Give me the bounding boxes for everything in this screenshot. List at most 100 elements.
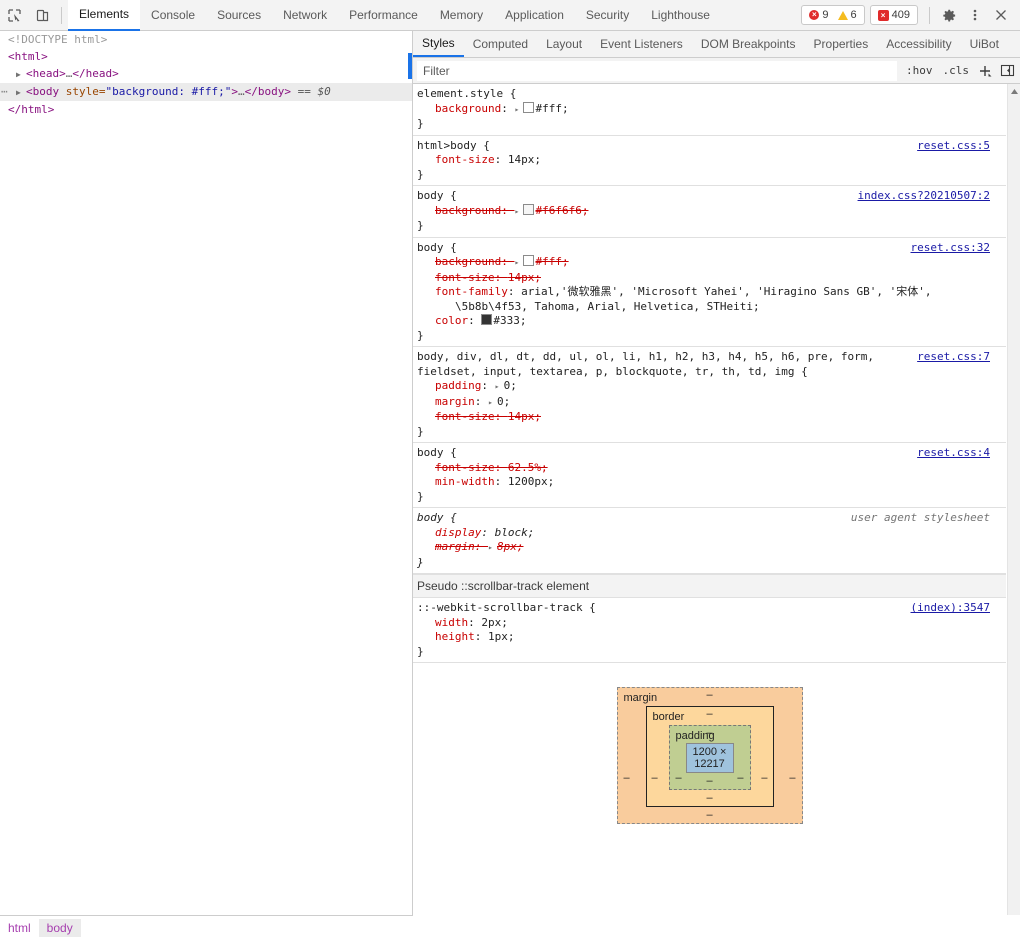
property-value[interactable]: #fff bbox=[535, 255, 562, 268]
rule-source-link[interactable]: reset.css:7 bbox=[917, 350, 990, 365]
rule-source-link[interactable]: reset.css:4 bbox=[917, 446, 990, 461]
property-value[interactable]: #333 bbox=[493, 314, 520, 327]
breadcrumb-body[interactable]: body bbox=[38, 918, 81, 937]
expand-shorthand-icon[interactable]: ▸ bbox=[495, 380, 504, 395]
scrollbar-up-arrow[interactable] bbox=[1008, 84, 1020, 98]
tab-network[interactable]: Network bbox=[272, 0, 338, 31]
declaration-padding[interactable]: padding: ▸ 0; bbox=[417, 379, 1006, 395]
body-attr-name[interactable]: style bbox=[66, 85, 99, 98]
css-rule-body-user-agent[interactable]: user agent stylesheet body { display: bl… bbox=[413, 508, 1006, 574]
tab-computed[interactable]: Computed bbox=[464, 31, 537, 57]
tab-layout[interactable]: Layout bbox=[537, 31, 591, 57]
tab-performance[interactable]: Performance bbox=[338, 0, 429, 31]
toggle-sidebar-icon[interactable] bbox=[996, 61, 1018, 81]
declaration-font-family-continuation[interactable]: \5b8b\4f53, Tahoma, Arial, Helvetica, ST… bbox=[417, 300, 1006, 315]
declaration-background-overridden[interactable]: background: ▸ #fff; bbox=[417, 255, 1006, 271]
color-swatch[interactable] bbox=[523, 101, 535, 113]
body-attr-value[interactable]: "background: #fff;" bbox=[106, 85, 232, 98]
css-rule-reset-group[interactable]: reset.css:7 body, div, dl, dt, dd, ul, o… bbox=[413, 347, 1006, 443]
declaration-font-size-overridden[interactable]: font-size: 14px; bbox=[417, 271, 1006, 286]
close-icon[interactable] bbox=[988, 2, 1014, 28]
property-name[interactable]: height bbox=[435, 630, 475, 643]
property-value[interactable]: 2px bbox=[481, 616, 501, 629]
expand-shorthand-icon[interactable]: ▸ bbox=[488, 396, 497, 411]
selector-text-line2[interactable]: fieldset, input, textarea, p, blockquote… bbox=[417, 365, 1006, 380]
border-right-value[interactable]: – bbox=[761, 773, 767, 784]
property-name[interactable]: background bbox=[435, 255, 501, 268]
inspect-element-icon[interactable] bbox=[0, 2, 28, 28]
issues-badge[interactable]: × 409 bbox=[876, 9, 912, 21]
css-rule-body-index[interactable]: index.css?20210507:2 body { background: … bbox=[413, 186, 1006, 238]
property-value[interactable]: 1px bbox=[488, 630, 508, 643]
property-name[interactable]: padding bbox=[435, 379, 481, 392]
property-name[interactable]: background bbox=[435, 204, 501, 217]
selector-text[interactable]: element.style { bbox=[417, 87, 1006, 102]
rule-source-link[interactable]: (index):3547 bbox=[911, 601, 990, 616]
gear-icon[interactable] bbox=[936, 2, 962, 28]
property-name[interactable]: margin bbox=[435, 395, 475, 408]
expand-shorthand-icon[interactable]: ▸ bbox=[514, 205, 523, 220]
rule-source-link[interactable]: reset.css:5 bbox=[917, 139, 990, 154]
property-value[interactable]: 62.5% bbox=[508, 461, 541, 474]
css-rule-scrollbar-track[interactable]: (index):3547 ::-webkit-scrollbar-track {… bbox=[413, 598, 1006, 663]
css-rule-body-reset32[interactable]: reset.css:32 body { background: ▸ #fff; f… bbox=[413, 238, 1006, 347]
property-value-continued[interactable]: \5b8b\4f53, Tahoma, Arial, Helvetica, ST… bbox=[455, 300, 760, 313]
declaration-width[interactable]: width: 2px; bbox=[417, 616, 1006, 631]
expand-shorthand-icon[interactable]: ▸ bbox=[514, 103, 523, 118]
warning-count-badge[interactable]: 6 bbox=[836, 9, 859, 21]
declaration-margin[interactable]: margin: ▸ 0; bbox=[417, 395, 1006, 411]
new-style-rule-button[interactable] bbox=[974, 61, 996, 81]
property-value[interactable]: 14px bbox=[508, 410, 535, 423]
property-name[interactable]: color bbox=[435, 314, 468, 327]
dom-line-head[interactable]: ▶ <head>…</head> bbox=[0, 65, 412, 83]
rule-source-link[interactable]: index.css?20210507:2 bbox=[858, 189, 990, 204]
declaration-font-size[interactable]: font-size: 14px; bbox=[417, 153, 1006, 168]
declaration-min-width[interactable]: min-width: 1200px; bbox=[417, 475, 1006, 490]
padding-right-value[interactable]: – bbox=[737, 773, 743, 784]
property-name[interactable]: width bbox=[435, 616, 468, 629]
tab-properties[interactable]: Properties bbox=[805, 31, 878, 57]
property-name[interactable]: font-size bbox=[435, 153, 495, 166]
css-rule-element-style[interactable]: element.style { background: ▸ #fff; } bbox=[413, 84, 1006, 136]
property-value[interactable]: #fff bbox=[535, 102, 562, 115]
tab-memory[interactable]: Memory bbox=[429, 0, 494, 31]
error-count-badge[interactable]: × 9 bbox=[807, 9, 830, 21]
css-rule-body-reset4[interactable]: reset.css:4 body { font-size: 62.5%; min… bbox=[413, 443, 1006, 508]
expand-shorthand-icon[interactable]: ▸ bbox=[488, 541, 497, 556]
tab-console[interactable]: Console bbox=[140, 0, 206, 31]
margin-right-value[interactable]: – bbox=[789, 773, 795, 784]
tab-accessibility[interactable]: Accessibility bbox=[877, 31, 960, 57]
color-swatch[interactable] bbox=[523, 255, 535, 266]
dom-line-body-selected[interactable]: ⋯ ▶ <body style="background: #fff;">…</bod… bbox=[0, 83, 412, 101]
box-model-border[interactable]: border – – – padding – – – 1200 × 12217 … bbox=[645, 706, 774, 807]
box-model-content-size[interactable]: 1200 × 12217 bbox=[685, 743, 734, 773]
tab-styles[interactable]: Styles bbox=[413, 31, 464, 57]
rule-source-link[interactable]: reset.css:32 bbox=[911, 241, 990, 256]
tab-application[interactable]: Application bbox=[494, 0, 575, 31]
property-value[interactable]: 0 bbox=[497, 395, 504, 408]
tab-elements[interactable]: Elements bbox=[68, 0, 141, 31]
property-name[interactable]: min-width bbox=[435, 475, 495, 488]
property-name[interactable]: font-size bbox=[435, 271, 495, 284]
device-toolbar-icon[interactable] bbox=[28, 2, 56, 28]
dom-line-doctype[interactable]: <!DOCTYPE html> bbox=[0, 31, 412, 48]
property-value[interactable]: 14px bbox=[508, 271, 535, 284]
tab-lighthouse[interactable]: Lighthouse bbox=[640, 0, 721, 31]
issues-counter[interactable]: × 409 bbox=[869, 5, 918, 25]
declaration-background[interactable]: background: ▸ #fff; bbox=[417, 101, 1006, 118]
property-value[interactable]: 1200px bbox=[508, 475, 548, 488]
box-model-padding[interactable]: padding – – – 1200 × 12217 – bbox=[668, 725, 751, 790]
border-bottom-value[interactable]: – bbox=[647, 790, 773, 806]
declaration-font-size-overridden[interactable]: font-size: 62.5%; bbox=[417, 461, 1006, 476]
tab-event-listeners[interactable]: Event Listeners bbox=[591, 31, 692, 57]
chevron-right-icon[interactable]: ▶ bbox=[16, 66, 26, 83]
expand-shorthand-icon[interactable]: ▸ bbox=[514, 256, 523, 271]
tab-sources[interactable]: Sources bbox=[206, 0, 272, 31]
border-left-value[interactable]: – bbox=[652, 773, 658, 784]
margin-bottom-value[interactable]: – bbox=[618, 807, 802, 823]
tab-dom-breakpoints[interactable]: DOM Breakpoints bbox=[692, 31, 805, 57]
color-swatch[interactable] bbox=[481, 314, 493, 325]
hov-toggle-button[interactable]: :hov bbox=[901, 64, 938, 77]
styles-filter-input[interactable] bbox=[417, 60, 897, 81]
css-rule-html-body[interactable]: reset.css:5 html>body { font-size: 14px;… bbox=[413, 136, 1006, 186]
